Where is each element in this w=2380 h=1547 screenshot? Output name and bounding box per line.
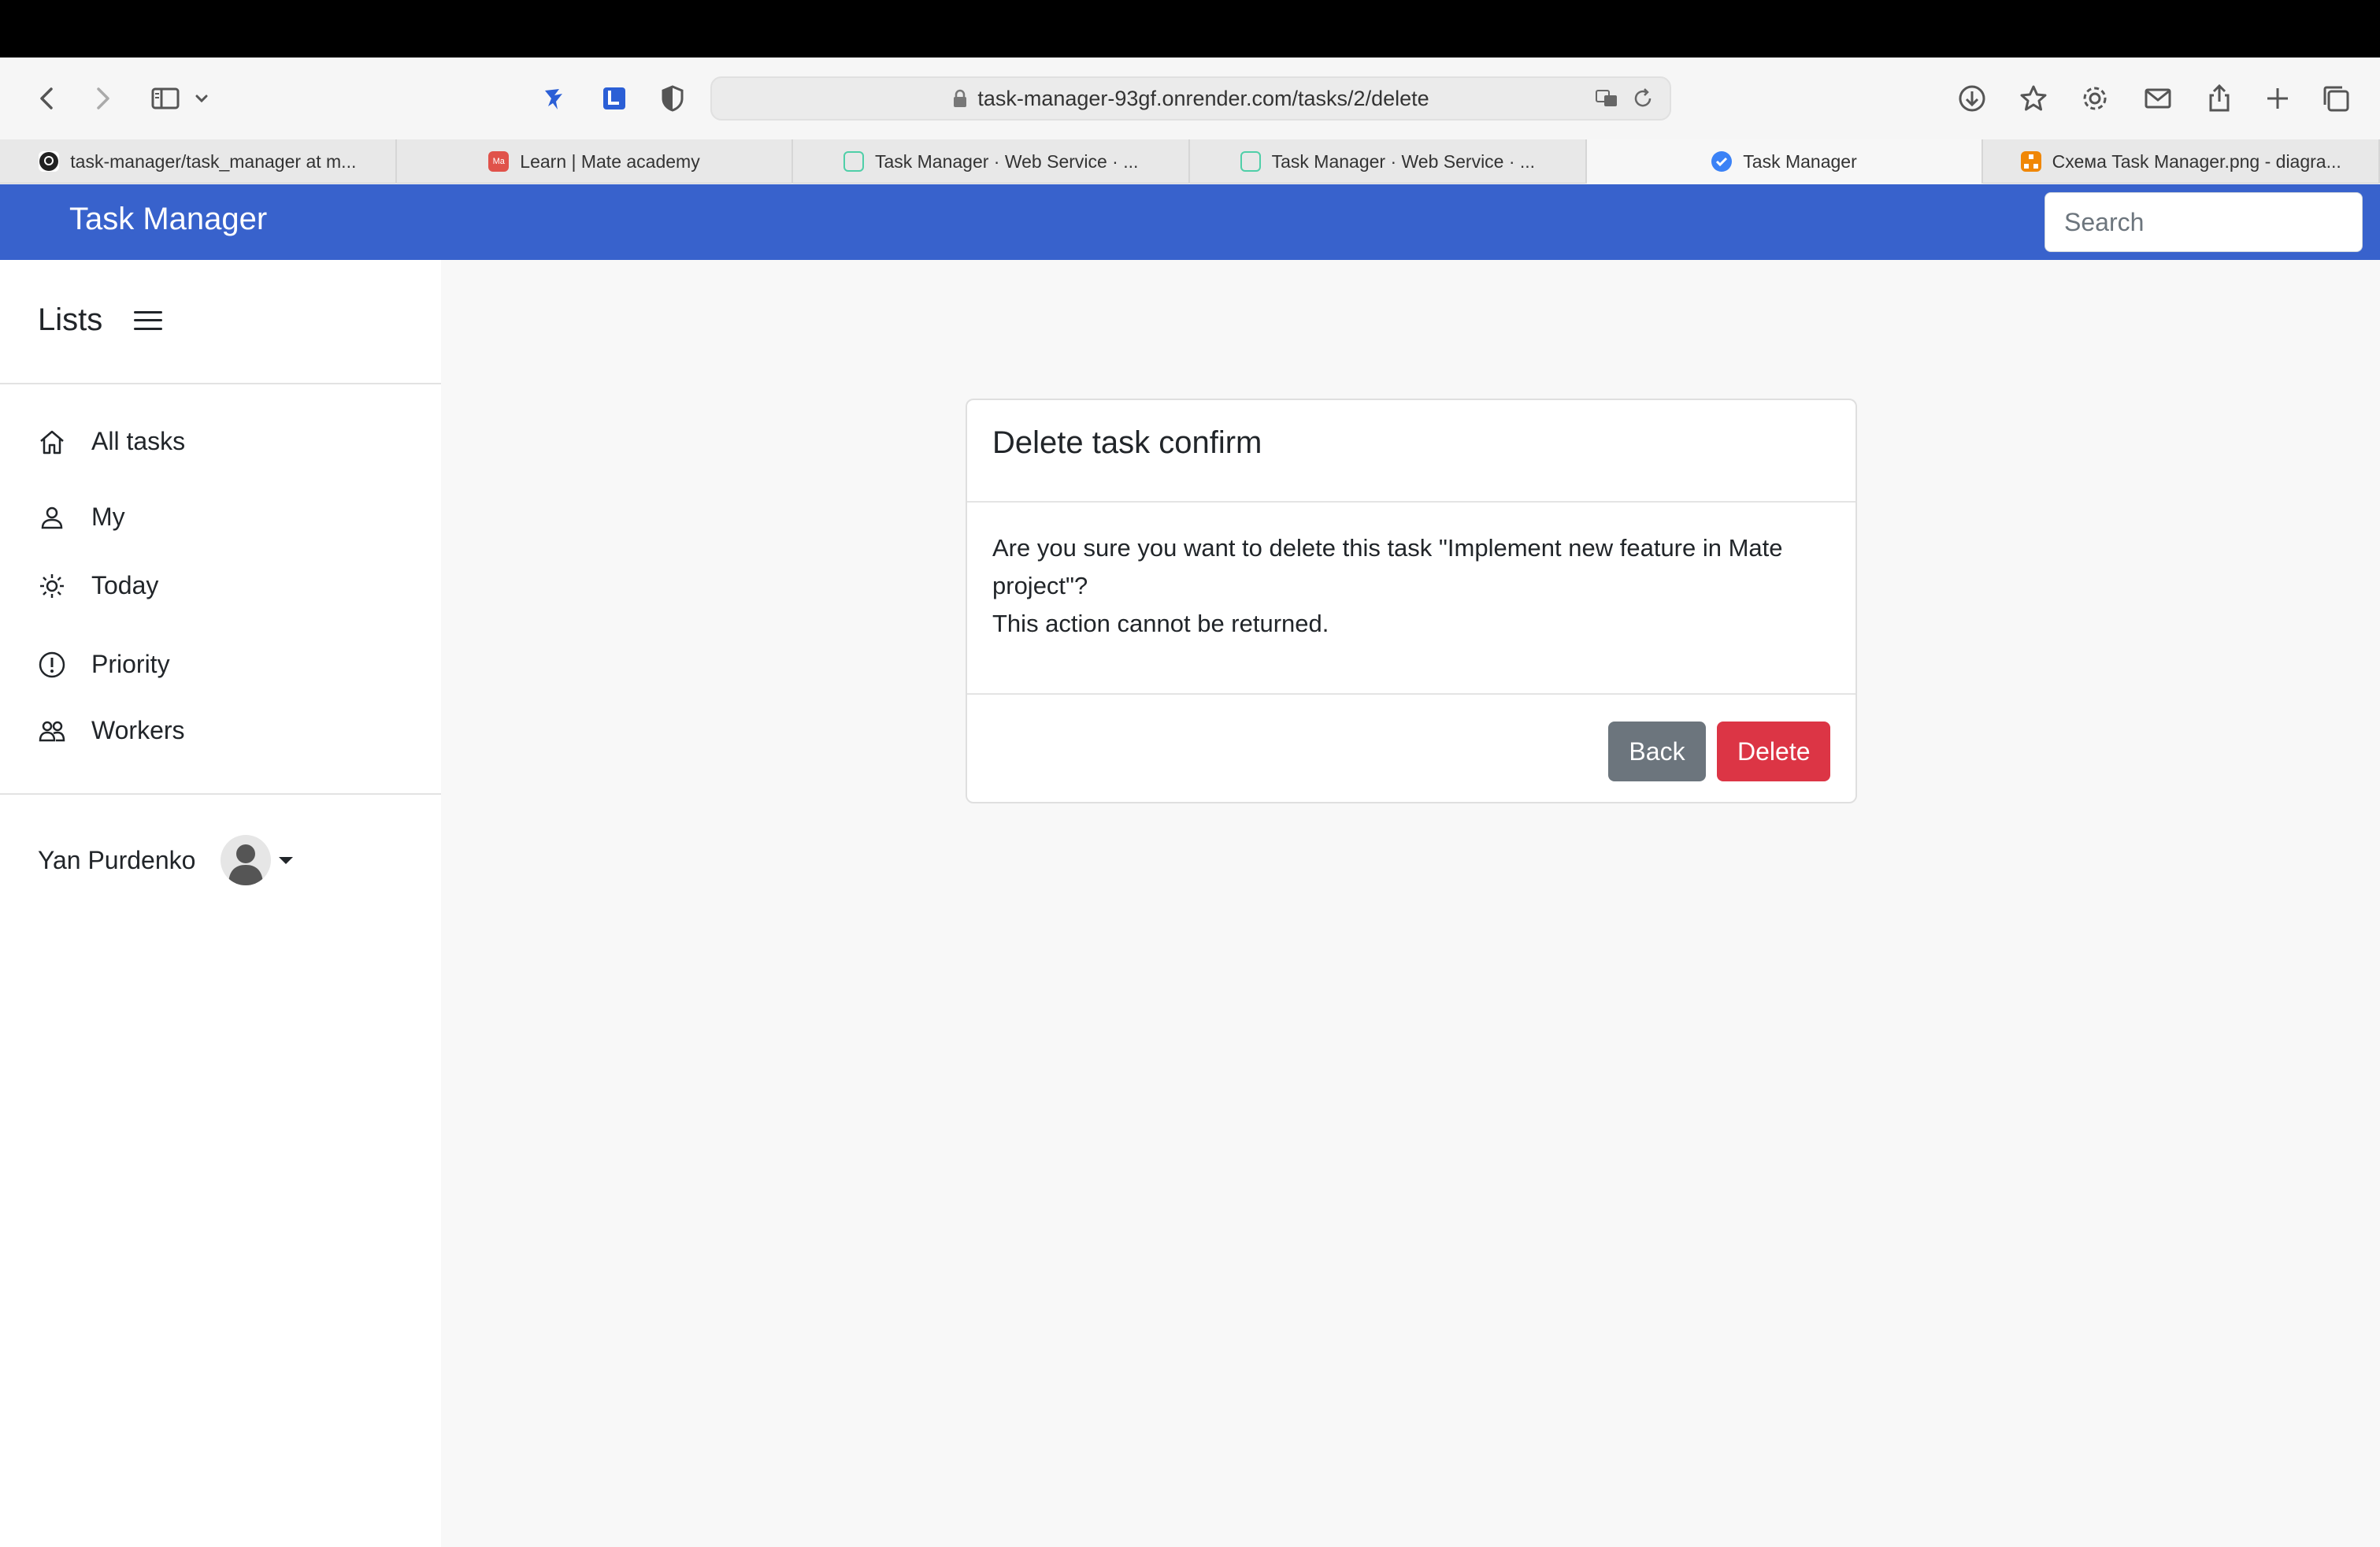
render-icon: [1240, 151, 1261, 172]
download-icon[interactable]: [1950, 76, 1994, 121]
browser-tab[interactable]: Task Manager · Web Service · ...: [1190, 139, 1587, 184]
sidebar-item-label: My: [91, 503, 125, 531]
sidebar-item-label: All tasks: [91, 427, 186, 455]
sidebar-divider: [0, 383, 441, 384]
card-title: Delete task confirm: [992, 425, 1262, 460]
lock-icon: [952, 89, 968, 108]
check-circle-icon: [1711, 151, 1733, 172]
browser-tab[interactable]: Task Manager · Web Service · ...: [793, 139, 1191, 184]
sun-icon: [40, 573, 64, 598]
sidebar-item-label: Workers: [91, 716, 185, 744]
people-icon: [39, 721, 65, 741]
sidebar-item-today[interactable]: Today: [38, 571, 158, 600]
browser-tab[interactable]: Схема Task Manager.png - diagra...: [1983, 139, 2380, 184]
gear-icon[interactable]: [2073, 76, 2117, 121]
star-icon[interactable]: [2011, 76, 2056, 121]
delete-button[interactable]: Delete: [1717, 722, 1830, 781]
share-icon[interactable]: [2197, 76, 2241, 121]
search-input[interactable]: [2045, 192, 2363, 252]
person-icon: [41, 506, 63, 529]
translate-icon[interactable]: [1594, 86, 1619, 117]
address-bar[interactable]: task-manager-93gf.onrender.com/tasks/2/d…: [710, 76, 1671, 121]
url-text: task-manager-93gf.onrender.com/tasks/2/d…: [977, 86, 1429, 110]
system-top-bar: [0, 0, 2380, 58]
extension-bookmark-icon[interactable]: [592, 76, 636, 121]
confirm-message-line: project"?: [992, 572, 1088, 599]
chevron-down-icon[interactable]: [186, 76, 217, 121]
warning-message: This action cannot be returned.: [992, 610, 1329, 637]
user-name: Yan Purdenko: [38, 845, 196, 874]
render-icon: [843, 151, 864, 172]
confirm-message-line: Are you sure you want to delete this tas…: [992, 534, 1783, 562]
reload-icon[interactable]: [1630, 86, 1655, 117]
browser-tab-strip: task-manager/task_manager at m... Ma Lea…: [0, 139, 2380, 184]
sidebar-toggle-icon[interactable]: [143, 76, 187, 121]
home-icon: [40, 430, 64, 454]
sidebar-item-all-tasks[interactable]: All tasks: [38, 427, 185, 456]
user-dropdown[interactable]: Yan Purdenko: [38, 835, 294, 885]
github-icon: [39, 151, 60, 172]
sidebar-title: Lists: [38, 302, 103, 337]
extension-bird-icon[interactable]: [532, 76, 576, 121]
back-arrow-icon[interactable]: [25, 76, 69, 121]
exclamation-circle-icon: [39, 651, 65, 677]
hamburger-menu-icon[interactable]: [134, 309, 163, 332]
sidebar-header: Lists: [38, 302, 163, 338]
card-footer: Back Delete: [967, 695, 1855, 802]
browser-tab-active[interactable]: Task Manager: [1586, 139, 1984, 184]
sidebar-item-my[interactable]: My: [38, 503, 125, 532]
diagrams-icon: [2020, 151, 2041, 172]
sidebar-item-workers[interactable]: Workers: [38, 716, 185, 745]
sidebar-item-label: Priority: [91, 650, 170, 678]
forward-arrow-icon[interactable]: [80, 76, 124, 121]
sidebar-item-priority[interactable]: Priority: [38, 650, 170, 679]
back-button[interactable]: Back: [1608, 722, 1706, 781]
app-navbar: Task Manager: [0, 184, 2380, 260]
sidebar-item-label: Today: [91, 571, 159, 599]
caret-down-icon[interactable]: [279, 856, 294, 864]
mail-icon[interactable]: [2136, 76, 2180, 121]
sidebar-divider: [0, 793, 441, 795]
card-header: Delete task confirm: [967, 400, 1855, 503]
brand-link[interactable]: Task Manager: [69, 202, 267, 237]
browser-toolbar: task-manager-93gf.onrender.com/tasks/2/d…: [0, 58, 2380, 139]
tab-overview-icon[interactable]: [2314, 76, 2358, 121]
delete-confirm-card: Delete task confirm Are you sure you wan…: [966, 399, 1857, 803]
sidebar: Lists All tasks My Today Priority Worker…: [0, 260, 441, 1547]
browser-tab[interactable]: Ma Learn | Mate academy: [397, 139, 794, 184]
new-tab-plus-icon[interactable]: [2256, 76, 2300, 121]
avatar[interactable]: [221, 835, 272, 885]
shield-icon[interactable]: [651, 76, 695, 121]
card-body: Are you sure you want to delete this tas…: [967, 503, 1855, 695]
browser-tab[interactable]: task-manager/task_manager at m...: [0, 139, 397, 184]
mate-academy-icon: Ma: [488, 151, 510, 172]
